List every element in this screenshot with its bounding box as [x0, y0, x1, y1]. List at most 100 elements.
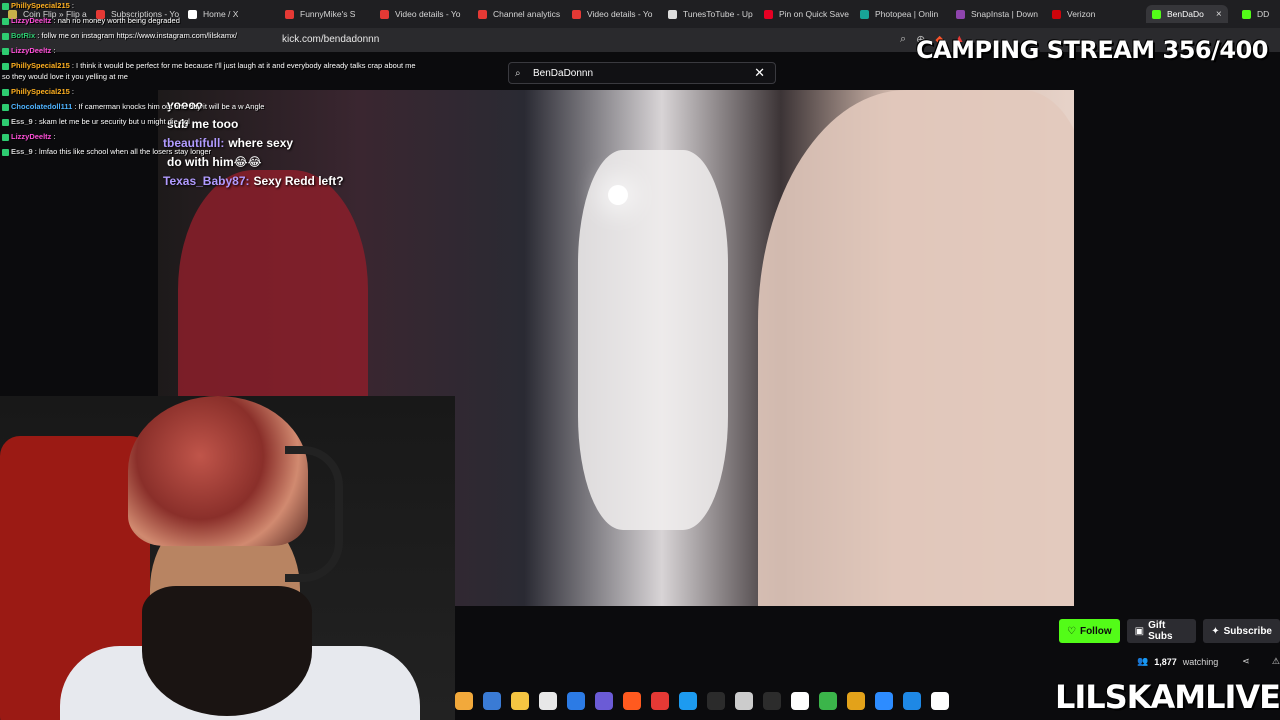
video-chat-text: Sexy Redd left?: [253, 174, 344, 188]
chat-text: :: [69, 87, 74, 96]
camera-light: [608, 185, 628, 205]
star-icon: ✦: [1211, 625, 1220, 637]
chat-username[interactable]: Ess_9: [11, 117, 33, 126]
taskbar-app-icon[interactable]: [791, 692, 809, 710]
video-figure-foreground: [758, 90, 1074, 606]
chat-message: Chocolatedoll111 : If camerman knocks hi…: [2, 101, 422, 112]
streamer-hat: [128, 396, 308, 546]
chat-username[interactable]: LizzyDeeltz: [11, 46, 51, 55]
chat-text: : If camerman knocks him out one day it …: [72, 102, 265, 111]
search-icon[interactable]: ⌕: [900, 33, 906, 46]
tab-favicon-icon: [764, 9, 773, 19]
search-icon: ⌕: [515, 67, 521, 79]
taskbar-app-icon[interactable]: [455, 692, 473, 710]
chat-message: PhillySpecial215 : I think it would be p…: [2, 60, 422, 82]
chat-badge-icon: [2, 103, 9, 111]
chat-username[interactable]: BotRix: [11, 31, 35, 40]
tab-label: Verizon: [1067, 9, 1096, 19]
taskbar-app-icon[interactable]: [931, 692, 949, 710]
chat-badge-icon: [2, 62, 9, 70]
taskbar-app-icon[interactable]: [511, 692, 529, 710]
chat-username[interactable]: Chocolatedoll111: [11, 102, 72, 111]
taskbar-app-icon[interactable]: [567, 692, 585, 710]
close-tab-icon[interactable]: ×: [1216, 9, 1222, 20]
video-chat-message: Texas_Baby87: Sexy Redd left?: [163, 172, 344, 191]
browser-tab[interactable]: SnapInsta | Down: [956, 5, 1038, 23]
search-value[interactable]: BenDaDonnn: [533, 68, 754, 79]
video-figure-white: [578, 150, 728, 530]
chat-username[interactable]: LizzyDeeltz: [11, 16, 51, 25]
browser-tab[interactable]: BenDaDo ×: [1146, 5, 1228, 23]
search-input[interactable]: ⌕ BenDaDonnn ✕: [508, 62, 776, 84]
chat-username[interactable]: LizzyDeeltz: [11, 132, 51, 141]
taskbar-app-icon[interactable]: [595, 692, 613, 710]
browser-tab[interactable]: Photopea | Onlin: [860, 5, 938, 23]
brand-watermark: LILSKAMLIVE: [1054, 678, 1280, 716]
chat-username[interactable]: PhillySpecial215: [11, 1, 70, 10]
camping-stream-title: CAMPING STREAM 356/400: [915, 36, 1269, 64]
tab-favicon-icon: [956, 9, 965, 19]
taskbar: [455, 688, 975, 714]
tab-label: DD: [1257, 9, 1270, 19]
gift-label: Gift Subs: [1148, 620, 1173, 642]
clear-search-icon[interactable]: ✕: [754, 65, 765, 81]
taskbar-app-icon[interactable]: [651, 692, 669, 710]
chat-text: : lmfao this like school when all the lo…: [32, 147, 212, 156]
headset: [285, 446, 343, 582]
chat-badge-icon: [2, 17, 9, 25]
chat-username[interactable]: PhillySpecial215: [11, 61, 70, 70]
taskbar-app-icon[interactable]: [903, 692, 921, 710]
tab-favicon-icon: [668, 9, 677, 19]
subscribe-button[interactable]: ✦ Subscribe: [1203, 619, 1280, 643]
taskbar-app-icon[interactable]: [875, 692, 893, 710]
taskbar-app-icon[interactable]: [819, 692, 837, 710]
video-chat-username: Texas_Baby87:: [163, 174, 250, 188]
browser-tab[interactable]: Pin on Quick Save: [764, 5, 849, 23]
tab-favicon-icon: [860, 9, 869, 19]
tab-label: SnapInsta | Down: [971, 9, 1038, 19]
chat-badge-icon: [2, 148, 9, 156]
tab-favicon-icon: [1242, 9, 1251, 19]
browser-tab[interactable]: Video details - Yo: [572, 5, 653, 23]
channel-actions: ♡ Follow ▣ Gift Subs ✦ Subscribe: [1059, 619, 1280, 643]
chat-username[interactable]: Ess_9: [11, 147, 33, 156]
follow-label: Follow: [1079, 625, 1112, 637]
chat-message: Ess_9 : skam let me be ur security but u…: [2, 116, 422, 127]
browser-tab[interactable]: DD: [1242, 5, 1269, 23]
chat-text: :: [51, 46, 56, 55]
share-icon[interactable]: ⋖: [1242, 656, 1250, 667]
taskbar-app-icon[interactable]: [847, 692, 865, 710]
taskbar-app-icon[interactable]: [623, 692, 641, 710]
chat-badge-icon: [2, 118, 9, 126]
chat-text: : skam let me be ur security but u might…: [32, 117, 190, 126]
taskbar-app-icon[interactable]: [763, 692, 781, 710]
taskbar-app-icon[interactable]: [707, 692, 725, 710]
gift-subs-button[interactable]: ▣ Gift Subs: [1126, 619, 1197, 643]
tab-label: Video details - Yo: [587, 9, 653, 19]
taskbar-app-icon[interactable]: [483, 692, 501, 710]
report-icon[interactable]: ⚠: [1272, 656, 1280, 667]
browser-tab[interactable]: TunesToTube - Up: [668, 5, 753, 23]
viewer-count: 👥 1,877 watching ⋖ ⚠: [1137, 656, 1280, 667]
follow-button[interactable]: ♡ Follow: [1059, 619, 1120, 643]
chat-badge-icon: [2, 2, 9, 10]
chat-username[interactable]: PhillySpecial215: [11, 87, 70, 96]
chat-text: : follw me on instagram https://www.inst…: [35, 31, 237, 40]
watching-label: watching: [1182, 656, 1219, 667]
browser-tab[interactable]: Channel analytics: [478, 5, 560, 23]
tab-label: Pin on Quick Save: [779, 9, 849, 19]
tab-favicon-icon: [478, 9, 487, 19]
tab-label: BenDaDo: [1167, 9, 1204, 19]
browser-tab[interactable]: Verizon: [1052, 5, 1095, 23]
taskbar-app-icon[interactable]: [735, 692, 753, 710]
streamer-beard: [142, 586, 312, 716]
chat-badge-icon: [2, 88, 9, 96]
watching-count: 1,877: [1154, 656, 1177, 667]
taskbar-app-icon[interactable]: [539, 692, 557, 710]
subscribe-label: Subscribe: [1223, 625, 1272, 637]
viewers-icon: 👥: [1137, 656, 1149, 666]
chat-message: PhillySpecial215 :: [2, 86, 422, 97]
tab-favicon-icon: [1052, 9, 1061, 19]
taskbar-app-icon[interactable]: [679, 692, 697, 710]
chat-text: :: [69, 1, 74, 10]
